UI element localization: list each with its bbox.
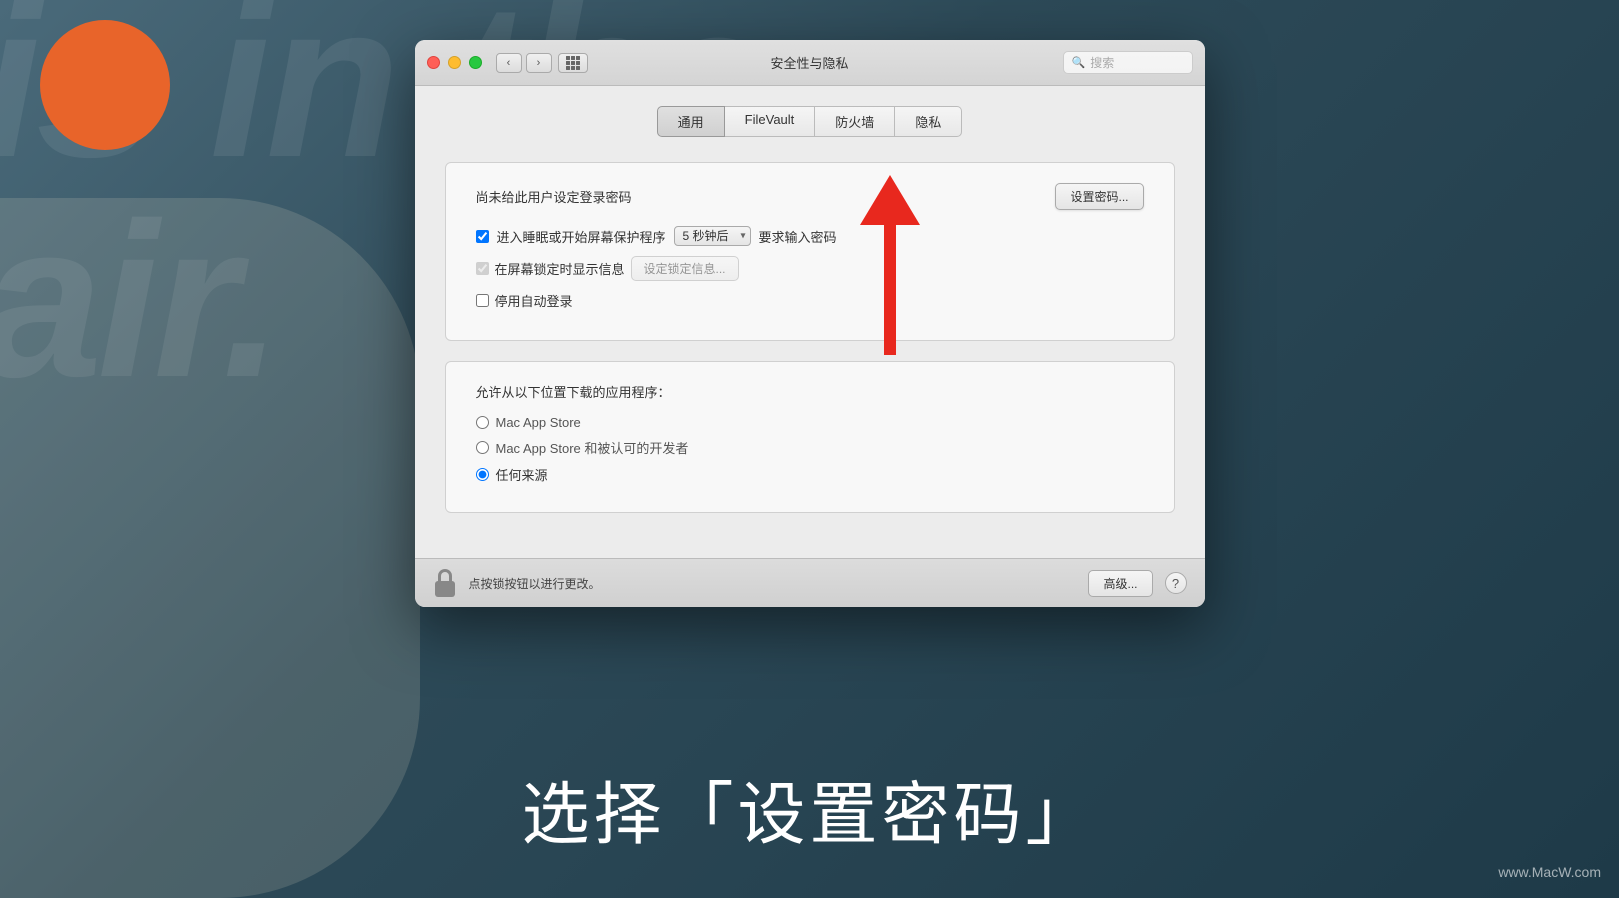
show-message-label: 在屏幕锁定时显示信息	[495, 259, 625, 278]
bottom-bar: 点按锁按钮以进行更改。 高级... ?	[415, 558, 1205, 607]
sleep-row: 进入睡眠或开始屏幕保护程序 5 秒钟后 1 分钟后 5 分钟后 要求输入密码	[476, 226, 1144, 246]
grid-icon	[566, 56, 580, 70]
show-message-button[interactable]: 设定锁定信息...	[631, 256, 739, 281]
radio-mac-app-store: Mac App Store	[476, 415, 1144, 430]
back-button[interactable]: ‹	[496, 53, 522, 73]
radio-developers-input[interactable]	[476, 441, 489, 454]
password-row: 尚未给此用户设定登录密码 设置密码...	[476, 183, 1144, 210]
autologin-checkbox[interactable]	[476, 294, 489, 307]
radio-mac-app-store-input[interactable]	[476, 416, 489, 429]
lock-body	[435, 581, 455, 597]
window-content: 通用 FileVault 防火墙 隐私 尚未给此用户设定登录密码 设置密码...…	[415, 86, 1205, 558]
radio-anywhere-label: 任何来源	[496, 465, 548, 484]
lock-text: 点按锁按钮以进行更改。	[469, 575, 1077, 592]
general-section: 尚未给此用户设定登录密码 设置密码... 进入睡眠或开始屏幕保护程序 5 秒钟后…	[445, 162, 1175, 341]
show-message-checkbox[interactable]	[476, 262, 489, 275]
mac-window: ‹ › 安全性与隐私 🔍 搜索 通用 FileVault 防火墙 隐私	[415, 40, 1205, 607]
advanced-button[interactable]: 高级...	[1088, 570, 1152, 597]
sleep-checkbox[interactable]	[476, 230, 489, 243]
search-placeholder: 搜索	[1090, 54, 1114, 71]
autologin-label: 停用自动登录	[495, 291, 573, 310]
minimize-button[interactable]	[448, 56, 461, 69]
autologin-row: 停用自动登录	[476, 291, 1144, 310]
tab-general[interactable]: 通用	[657, 106, 725, 137]
search-icon: 🔍	[1072, 56, 1086, 69]
maximize-button[interactable]	[469, 56, 482, 69]
nav-buttons: ‹ ›	[496, 53, 552, 73]
password-label: 尚未给此用户设定登录密码	[476, 187, 632, 206]
time-select[interactable]: 5 秒钟后 1 分钟后 5 分钟后	[674, 226, 751, 246]
tab-filevault[interactable]: FileVault	[725, 106, 816, 137]
help-button[interactable]: ?	[1165, 572, 1187, 594]
time-select-wrapper: 5 秒钟后 1 分钟后 5 分钟后	[674, 226, 751, 246]
grid-view-button[interactable]	[558, 53, 588, 73]
radio-mac-app-store-developers: Mac App Store 和被认可的开发者	[476, 438, 1144, 457]
traffic-lights	[427, 56, 482, 69]
radio-anywhere: 任何来源	[476, 465, 1144, 484]
close-button[interactable]	[427, 56, 440, 69]
titlebar: ‹ › 安全性与隐私 🔍 搜索	[415, 40, 1205, 86]
watermark: www.MacW.com	[1498, 864, 1601, 880]
tab-privacy[interactable]: 隐私	[895, 106, 962, 137]
download-section: 允许从以下位置下载的应用程序： Mac App Store Mac App St…	[445, 361, 1175, 513]
window-title: 安全性与隐私	[770, 53, 848, 72]
forward-button[interactable]: ›	[526, 53, 552, 73]
orange-circle-decoration	[40, 20, 170, 150]
search-box[interactable]: 🔍 搜索	[1063, 51, 1193, 74]
tab-firewall[interactable]: 防火墙	[815, 106, 895, 137]
set-password-button[interactable]: 设置密码...	[1055, 183, 1143, 210]
download-label: 允许从以下位置下载的应用程序：	[476, 382, 1144, 401]
radio-anywhere-input[interactable]	[476, 468, 489, 481]
lock-icon[interactable]	[433, 569, 457, 597]
caption: 选择「设置密码」	[0, 759, 1619, 858]
sleep-suffix: 要求输入密码	[759, 227, 837, 246]
lock-shackle	[438, 569, 452, 581]
show-message-row: 在屏幕锁定时显示信息 设定锁定信息...	[476, 256, 1144, 281]
sleep-prefix: 进入睡眠或开始屏幕保护程序	[497, 227, 666, 246]
tabs-row: 通用 FileVault 防火墙 隐私	[445, 106, 1175, 137]
radio-mac-app-store-label: Mac App Store	[496, 415, 581, 430]
radio-developers-label: Mac App Store 和被认可的开发者	[496, 438, 689, 457]
